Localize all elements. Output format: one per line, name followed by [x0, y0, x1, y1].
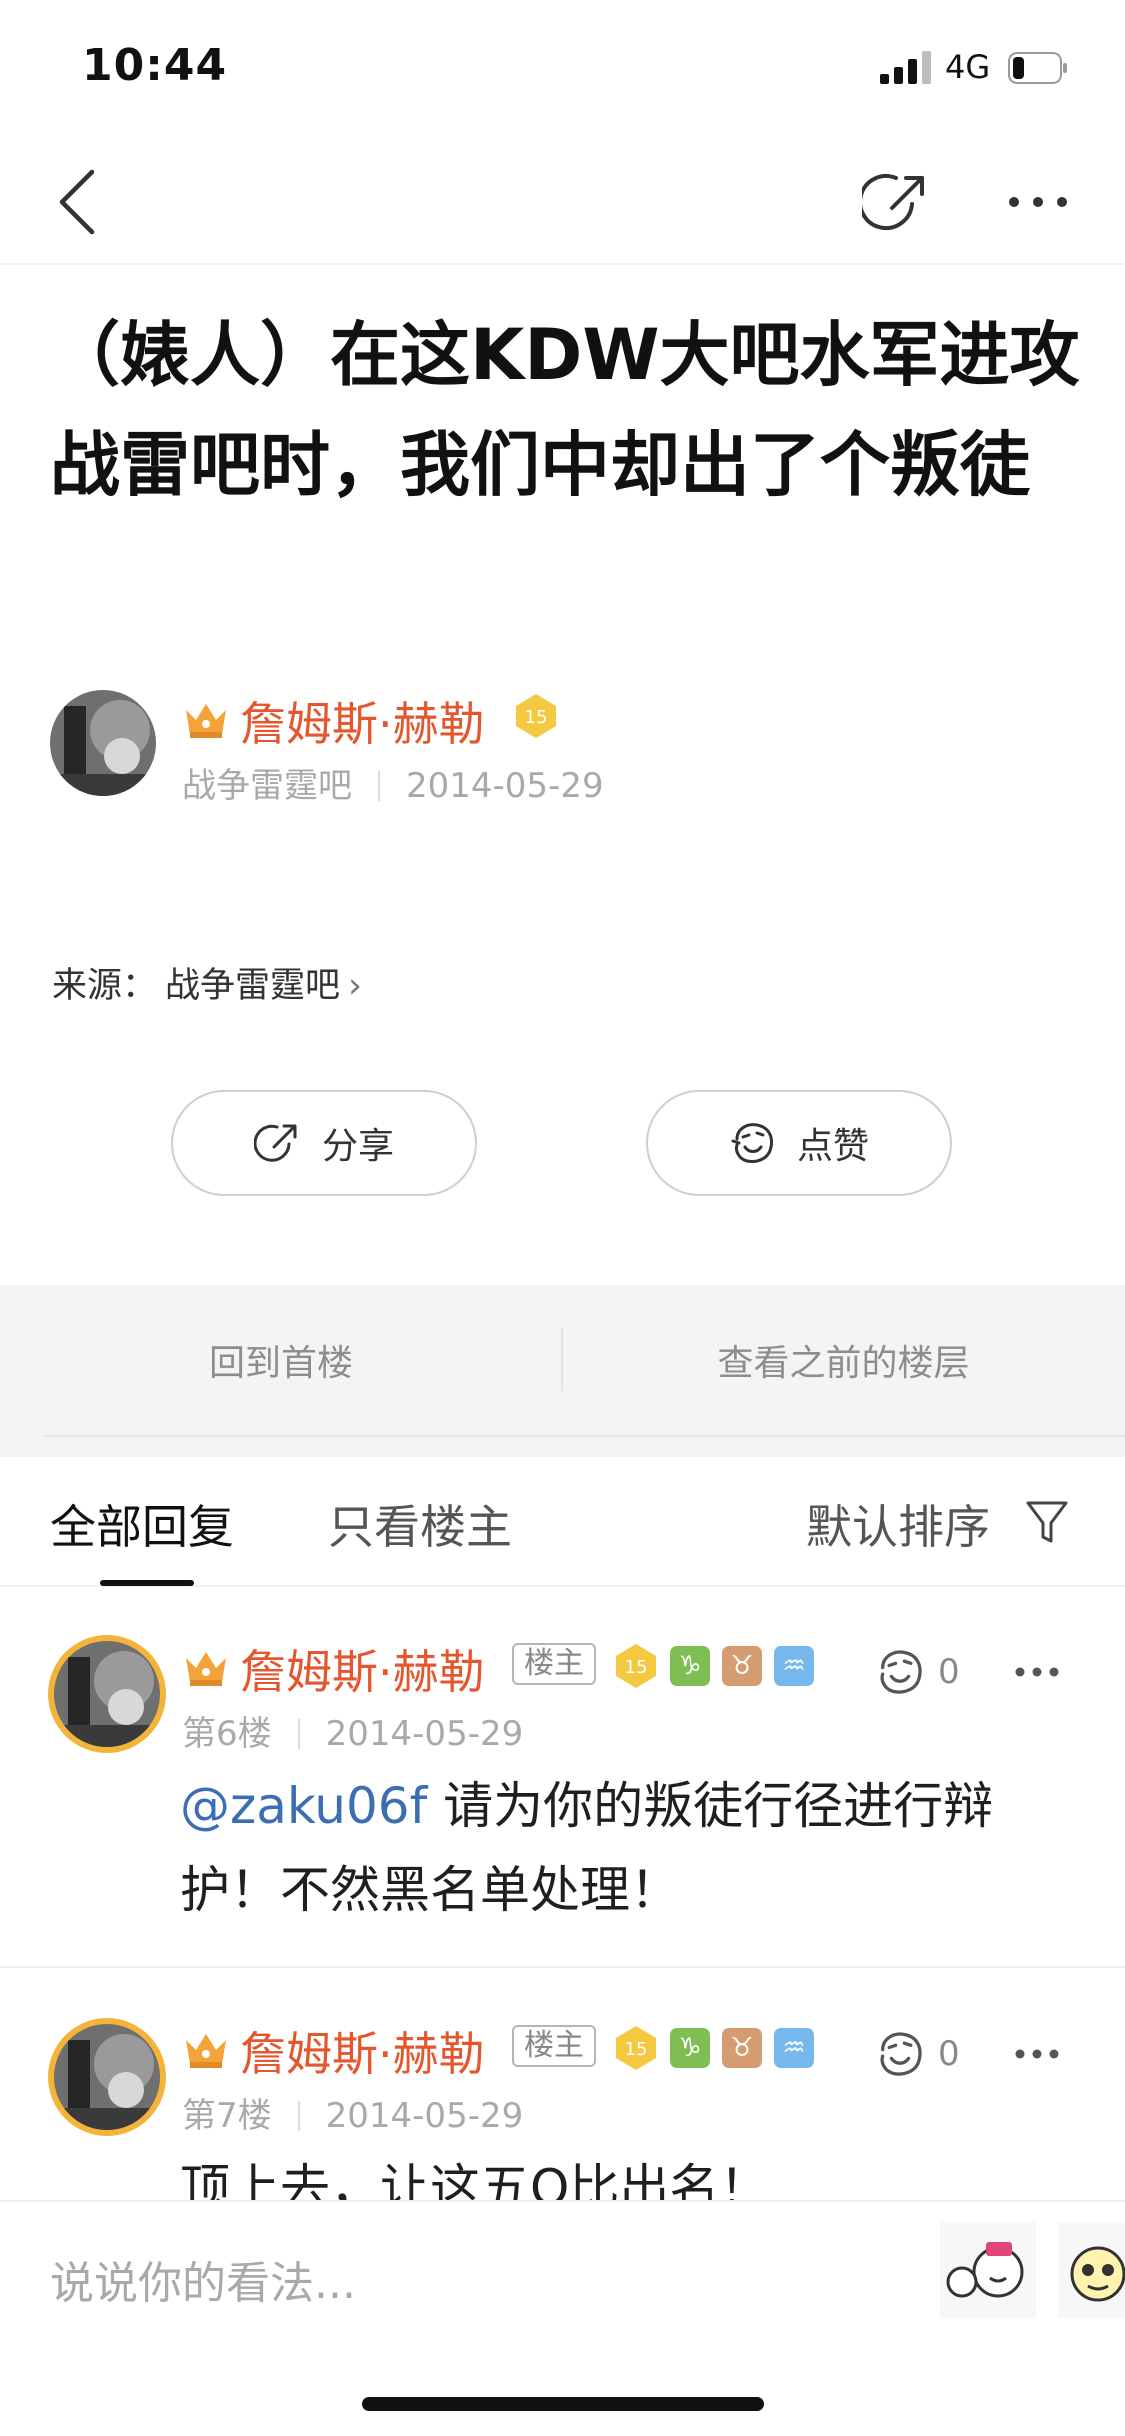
more-dots-icon[interactable] [1006, 180, 1070, 224]
meta-divider [297, 1719, 300, 1749]
capricorn-badge-icon: ♑ [670, 2028, 710, 2068]
reply-meta: 第7楼 2014-05-29 [182, 2088, 523, 2137]
sort-dropdown[interactable]: 默认排序 [806, 1491, 990, 1557]
crown-icon [186, 704, 226, 738]
signal-bars-icon [880, 51, 931, 84]
reply-avatar[interactable] [54, 2024, 160, 2130]
chevron-left-icon[interactable] [50, 166, 106, 238]
top-nav-bar [0, 140, 1125, 265]
like-face-icon[interactable] [874, 2028, 926, 2080]
author-name[interactable]: 詹姆斯·赫勒 [240, 688, 485, 754]
owner-tag: 楼主 [512, 1643, 596, 1685]
like-button-label: 点赞 [796, 1126, 869, 1167]
comment-input[interactable] [50, 2248, 870, 2318]
share-arrow-icon[interactable] [862, 168, 932, 238]
filter-funnel-icon[interactable] [1024, 1497, 1070, 1547]
reply-avatar[interactable] [54, 1641, 160, 1747]
home-indicator [362, 2397, 764, 2411]
source-forum-link[interactable]: 战争雷霆吧 [165, 966, 340, 1006]
sticker-cartoon-icon[interactable] [940, 2222, 1036, 2318]
source-row[interactable]: 来源： 战争雷霆吧 › [52, 957, 362, 1008]
aquarius-badge-icon: ♒ [774, 1646, 814, 1686]
comment-input-bar [0, 2200, 1125, 2360]
author-meta: 战争雷霆吧 2014-05-29 [182, 758, 604, 807]
reply-author-name[interactable]: 詹姆斯·赫勒 [240, 2018, 485, 2084]
floor-number: 第6楼 [182, 1714, 272, 1754]
network-type-label: 4G [945, 48, 991, 86]
more-dots-icon[interactable] [1014, 2048, 1060, 2060]
source-label: 来源： [52, 966, 158, 1006]
tab-all-replies[interactable]: 全部回复 [50, 1491, 234, 1557]
tab-op-only[interactable]: 只看楼主 [328, 1491, 512, 1557]
share-button[interactable]: 分享 [171, 1090, 477, 1196]
battery-icon [1008, 52, 1067, 84]
like-count: 0 [938, 2034, 960, 2074]
capricorn-badge-icon: ♑ [670, 1646, 710, 1686]
share-arrow-icon [253, 1124, 297, 1162]
taurus-badge-icon: ♉ [722, 1646, 762, 1686]
floor-nav-strip: 回到首楼 查看之前的楼层 [0, 1285, 1125, 1457]
reply-content: @zaku06f 请为你的叛徒行径进行辩护！不然黑名单处理！ [180, 1764, 1080, 1932]
floor-number: 第7楼 [182, 2096, 272, 2136]
reply-date: 2014-05-29 [325, 1714, 524, 1754]
meta-divider [297, 2101, 300, 2131]
level-number: 15 [625, 1657, 648, 1678]
like-count: 0 [938, 1652, 960, 1692]
level-badge-icon: 15 [616, 1644, 656, 1688]
aquarius-badge-icon: ♒ [774, 2028, 814, 2068]
sticker-panda-icon[interactable] [1058, 2222, 1125, 2318]
level-badge-icon: 15 [516, 694, 556, 738]
level-number: 15 [525, 707, 548, 728]
reply-divider [0, 1966, 1125, 1968]
more-dots-icon[interactable] [1014, 1666, 1060, 1678]
reply-author-name[interactable]: 詹姆斯·赫勒 [240, 1636, 485, 1702]
chevron-right-icon: › [348, 966, 363, 1006]
crown-icon [186, 1652, 226, 1686]
mention-link[interactable]: @zaku06f [180, 1777, 427, 1835]
meta-divider [378, 771, 380, 801]
floor-nav-bottom-line [44, 1435, 1125, 1437]
like-button[interactable]: 点赞 [646, 1090, 952, 1196]
view-previous-floors-button[interactable]: 查看之前的楼层 [562, 1285, 1125, 1435]
level-number: 15 [625, 2039, 648, 2060]
share-button-label: 分享 [321, 1126, 394, 1167]
status-bar: 10:44 4G [0, 0, 1125, 135]
post-date: 2014-05-29 [406, 766, 604, 806]
reply-date: 2014-05-29 [325, 2096, 524, 2136]
like-face-icon [731, 1123, 773, 1163]
owner-tag: 楼主 [512, 2025, 596, 2067]
active-tab-indicator [100, 1580, 194, 1586]
back-to-first-floor-button[interactable]: 回到首楼 [0, 1285, 562, 1435]
reply-meta: 第6楼 2014-05-29 [182, 1706, 523, 1755]
taurus-badge-icon: ♉ [722, 2028, 762, 2068]
author-avatar[interactable] [50, 690, 156, 796]
like-face-icon[interactable] [874, 1646, 926, 1698]
reply-tabs: 全部回复 只看楼主 默认排序 [0, 1457, 1125, 1587]
post-title: （婊人）在这KDW大吧水军进攻战雷吧时，我们中却出了个叛徒 [50, 314, 1080, 506]
forum-name[interactable]: 战争雷霆吧 [182, 766, 352, 806]
level-badge-icon: 15 [616, 2026, 656, 2070]
status-time: 10:44 [82, 40, 228, 91]
crown-icon [186, 2034, 226, 2068]
